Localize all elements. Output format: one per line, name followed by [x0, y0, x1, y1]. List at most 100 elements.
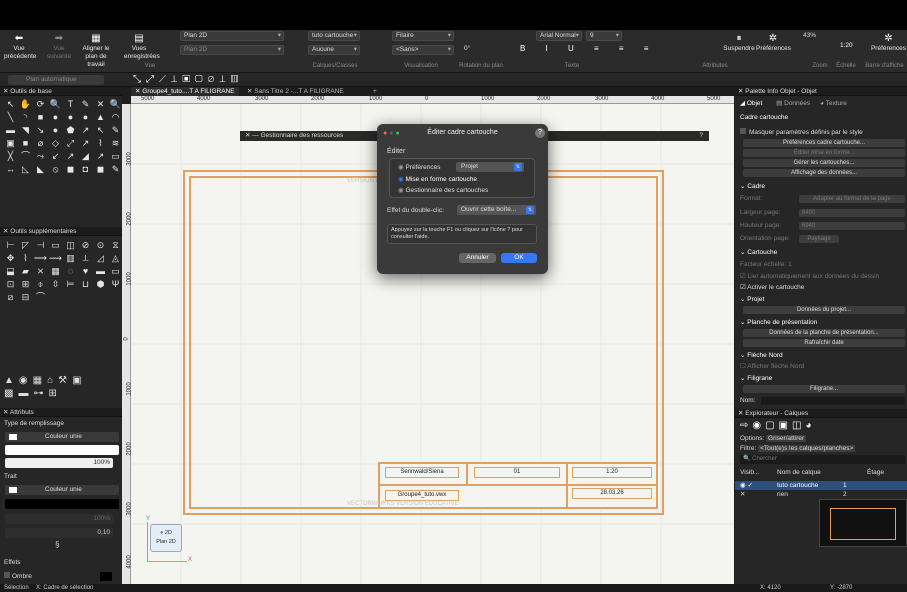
link-auto-row[interactable]: ☑ Lier automatiquement aux données du de… [735, 272, 907, 281]
projection-select[interactable]: <Sans> [392, 45, 454, 55]
new-tab-button[interactable]: + [369, 87, 381, 96]
format-select[interactable]: Adapter au format de la page [799, 195, 905, 203]
tool-button[interactable]: ⤢ [64, 137, 77, 149]
tool-button[interactable]: ▬ [4, 124, 17, 136]
rotation-value[interactable]: 0° [464, 45, 470, 52]
tool-button[interactable]: ✥ [4, 252, 17, 264]
tool-button[interactable]: ◝ [19, 111, 32, 123]
tool-button[interactable]: ▲ [94, 111, 107, 123]
back-button[interactable]: ⬅ Vue précédente [4, 33, 37, 61]
tool-button[interactable]: ↗ [79, 137, 92, 149]
watermark-section[interactable]: ⌄ Filigrane [735, 374, 907, 383]
tool-button[interactable]: ◇ [49, 137, 62, 149]
option-manager[interactable]: ◉ Gestionnaire des cartouches [398, 186, 488, 194]
tool-button[interactable]: ⌀ [34, 137, 47, 149]
tool-button[interactable]: ⬢ [94, 278, 107, 290]
tool-button[interactable]: ◼ [94, 163, 107, 175]
forward-button[interactable]: ➡ Vue suivante [44, 33, 74, 61]
tool-button[interactable]: ⬓ [4, 265, 17, 277]
tool-button[interactable]: ⌒ [34, 291, 47, 303]
layer-row[interactable]: ✕ rien 2 [735, 490, 907, 499]
options-select[interactable]: Griser/attirer [766, 435, 807, 442]
preferences-button[interactable]: ✲ Préférences [756, 33, 791, 53]
zoom-value[interactable]: 43% [803, 32, 816, 39]
tool-button[interactable]: ■ [19, 137, 32, 149]
tool-button[interactable]: ● [49, 111, 62, 123]
tool-button[interactable]: ⇳ [49, 278, 62, 290]
layer-select-2[interactable]: Plan 2D [180, 45, 284, 55]
tool-button[interactable]: ⧖ [109, 239, 122, 251]
option-preferences[interactable]: ◉ Préférences [398, 163, 441, 171]
font-select[interactable]: Arial Normal [536, 31, 582, 41]
cancel-button[interactable]: Annuler [459, 253, 496, 263]
view-badge[interactable]: ● 2D Plan 2D [150, 524, 182, 552]
tool-button[interactable]: ↗ [64, 150, 77, 162]
display-data-button[interactable]: Affichage des données... [743, 169, 905, 177]
font-size-select[interactable]: 9 [586, 31, 622, 41]
tool-button[interactable]: ⊘ [79, 239, 92, 251]
north-section[interactable]: ⌄ Flèche Nord [735, 351, 907, 360]
tool-button[interactable]: ◸ [19, 239, 32, 251]
tool-button[interactable]: ◥ [19, 124, 32, 136]
tool-button[interactable]: ◘ [79, 163, 92, 175]
col-layer-name[interactable]: Nom de calque [777, 468, 821, 477]
line-style-select[interactable]: Couleur unie [5, 485, 119, 495]
hide-style-params-row[interactable]: Masquer paramètres définis par le style [735, 128, 907, 137]
layer-row[interactable]: ◉ ✓ tuto cartouche 1 [735, 481, 907, 490]
hidden-icon[interactable]: ✕ [740, 491, 745, 498]
auto-plan-button[interactable]: Plan automatique [8, 75, 104, 85]
tool-button[interactable]: ⌇ [19, 252, 32, 264]
tool-button[interactable]: ⊡ [4, 278, 17, 290]
tool-button[interactable]: ◣ [34, 163, 47, 175]
tab-document-1[interactable]: ✕ Groupe4_tuto....T A FILIGRANE [131, 87, 239, 96]
tool-button[interactable]: ⊟ [19, 291, 32, 303]
tool-button[interactable]: ↖ [4, 98, 17, 110]
tool-button[interactable]: ✎ [109, 163, 122, 175]
tool-button[interactable]: ◫ [64, 239, 77, 251]
orientation-select[interactable]: Paysage [799, 235, 839, 243]
page-height-field[interactable]: 6940 [799, 222, 905, 230]
edit-layout-button[interactable]: Éditer mise en forme... [743, 149, 905, 157]
tool-button[interactable]: ● [49, 124, 62, 136]
project-data-button[interactable]: Données du projet... [743, 306, 905, 314]
layer-select[interactable]: Plan 2D [180, 31, 284, 41]
tab-data[interactable]: ▤ Données [776, 100, 810, 107]
hide-style-checkbox[interactable] [740, 128, 746, 134]
tool-button[interactable]: ↗ [79, 124, 92, 136]
tool-button[interactable]: ✋ [19, 98, 32, 110]
tool-button[interactable]: ⧄ [4, 291, 17, 303]
extra-tools-row-bottom-2[interactable]: ▩▬⊶⊞ [4, 388, 62, 399]
class-none-select[interactable]: Aucune [308, 45, 360, 55]
tool-button[interactable]: ⊔ [79, 278, 92, 290]
tool-button[interactable]: ◼ [64, 163, 77, 175]
tool-button[interactable]: ● [79, 111, 92, 123]
activate-row[interactable]: ☑ Activer le cartouche [735, 283, 907, 292]
extra-tools-row-bottom[interactable]: ▲◉▦⌂⚒▣ [4, 375, 87, 386]
col-visibility[interactable]: Visib... [740, 469, 759, 476]
tool-button[interactable]: ▭ [109, 265, 122, 277]
filter-select[interactable]: <Tout(e)s les calques/planches> [758, 445, 856, 452]
tool-button[interactable]: ▭ [49, 239, 62, 251]
tool-button[interactable]: ◢ [79, 150, 92, 162]
tool-button[interactable]: ◿ [94, 252, 107, 264]
snap-buttons[interactable]: ⤡⤢⟋⟂▣▢⌀⟂▥ [133, 74, 243, 85]
tool-button[interactable]: 🔍 [109, 98, 122, 110]
tool-button[interactable]: ✎ [109, 124, 122, 136]
tool-button[interactable]: ╲ [4, 111, 17, 123]
layout-data-button[interactable]: Données de la planche de présentation... [743, 329, 905, 337]
tool-button[interactable]: ⨯ [34, 265, 47, 277]
title-block-prefs-button[interactable]: Préférences cadre cartouche... [743, 139, 905, 147]
tool-button[interactable]: ▥ [64, 252, 77, 264]
tool-button[interactable]: ♥ [79, 265, 92, 277]
align-plan-button[interactable]: ▦ Aligner le plan de travail [76, 33, 116, 69]
fill-style-select[interactable]: Couleur unie [5, 432, 119, 442]
tool-button[interactable]: ⊨ [64, 278, 77, 290]
line-color-swatch[interactable] [5, 499, 119, 509]
tool-button[interactable]: ● [64, 111, 77, 123]
tool-button[interactable]: ◬ [109, 252, 122, 264]
project-section[interactable]: ⌄ Projet [735, 295, 907, 304]
tool-button[interactable]: ⟶ [34, 252, 47, 264]
tool-button[interactable]: ▰ [19, 265, 32, 277]
preferences-2-button[interactable]: ✲ Préférences [870, 33, 907, 53]
tool-button[interactable]: ▦ [49, 265, 62, 277]
